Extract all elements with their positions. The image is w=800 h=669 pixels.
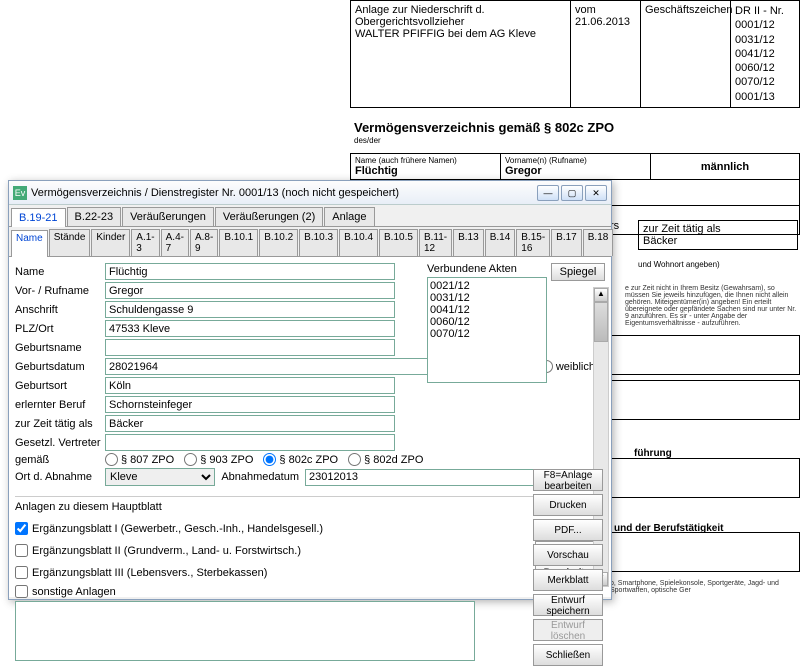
minimize-button[interactable]: — xyxy=(537,185,559,201)
geburtsort-input[interactable] xyxy=(105,377,395,394)
vorname-input[interactable] xyxy=(105,282,395,299)
scroll-thumb[interactable] xyxy=(594,302,608,342)
doc-vom-value: 21.06.2013 xyxy=(575,16,636,28)
tab-sub[interactable]: B.10.3 xyxy=(299,229,338,256)
tab-sub[interactable]: A.1-3 xyxy=(131,229,159,256)
attach-checkbox[interactable] xyxy=(15,544,28,557)
maximize-button[interactable]: ▢ xyxy=(561,185,583,201)
close-button[interactable]: ✕ xyxy=(585,185,607,201)
gemass-radio[interactable] xyxy=(184,453,197,466)
attach-checkbox[interactable] xyxy=(15,522,28,535)
akten-item[interactable]: 0041/12 xyxy=(430,304,544,316)
tab-top[interactable]: Veräußerungen xyxy=(122,207,214,226)
tab-sub[interactable]: B.10.1 xyxy=(219,229,258,256)
side-button[interactable]: Merkblatt xyxy=(533,569,603,591)
geburtsdatum-input[interactable] xyxy=(105,358,434,375)
doc-anlage1: Anlage zur Niederschrift d. Obergerichts… xyxy=(355,4,566,28)
dr-number: 0001/13 xyxy=(735,90,787,104)
dialog-window: Ev Vermögensverzeichnis / Dienstregister… xyxy=(8,180,612,600)
doc-subtitle: des/der xyxy=(354,136,800,145)
gemass-radio[interactable] xyxy=(263,453,276,466)
dr-number: 0060/12 xyxy=(735,61,787,75)
tab-top[interactable]: Anlage xyxy=(324,207,374,226)
tab-sub[interactable]: B.17 xyxy=(551,229,582,256)
gemass-radio[interactable] xyxy=(348,453,361,466)
tab-top[interactable]: B.19-21 xyxy=(11,208,66,227)
side-button[interactable]: Schließen xyxy=(533,644,603,666)
attachments-section: Anlagen zu diesem Hauptblatt Ergänzungsb… xyxy=(15,496,605,661)
app-icon: Ev xyxy=(13,186,27,200)
tab-sub[interactable]: Stände xyxy=(49,229,91,256)
gesetzl-input[interactable] xyxy=(105,434,395,451)
tab-row-sub: NameStändeKinderA.1-3A.4-7A.8-9B.10.1B.1… xyxy=(9,227,611,257)
dr-number: 0041/12 xyxy=(735,47,787,61)
attach-checkbox[interactable] xyxy=(15,566,28,579)
doc-anlage2: WALTER PFIFFIG bei dem AG Kleve xyxy=(355,28,566,40)
anschrift-input[interactable] xyxy=(105,301,395,318)
tab-row-top: B.19-21B.22-23VeräußerungenVeräußerungen… xyxy=(9,205,611,227)
tab-sub[interactable]: B.13 xyxy=(453,229,484,256)
tab-sub[interactable]: B.10.5 xyxy=(379,229,418,256)
zurzeit-input[interactable] xyxy=(105,415,395,432)
tab-sub[interactable]: Name xyxy=(11,230,48,257)
erlernter-input[interactable] xyxy=(105,396,395,413)
side-button[interactable]: PDF... xyxy=(533,519,603,541)
geburtsname-input[interactable] xyxy=(105,339,395,356)
gemass-radio[interactable] xyxy=(105,453,118,466)
akten-item[interactable]: 0031/12 xyxy=(430,292,544,304)
tab-sub[interactable]: B.15-16 xyxy=(516,229,550,256)
sonstige-checkbox[interactable] xyxy=(15,585,28,598)
akten-item[interactable]: 0060/12 xyxy=(430,316,544,328)
tab-sub[interactable]: B.18 xyxy=(583,229,614,256)
doc-dr-label: DR II - Nr. xyxy=(735,4,787,18)
dr-number: 0070/12 xyxy=(735,75,787,89)
side-button[interactable]: F8=Anlage bearbeiten xyxy=(533,469,603,491)
form-panel: Name Vor- / Rufname Anschrift PLZ/Ort Ge… xyxy=(9,257,611,597)
tab-sub[interactable]: B.14 xyxy=(485,229,516,256)
scroll-up-icon[interactable]: ▲ xyxy=(594,288,608,302)
tab-sub[interactable]: B.10.2 xyxy=(259,229,298,256)
side-button[interactable]: Entwurf löschen xyxy=(533,619,603,641)
sonstige-memo[interactable] xyxy=(15,601,475,661)
ort-abnahme-select[interactable]: Kleve xyxy=(105,468,215,486)
name-input[interactable] xyxy=(105,263,395,280)
spiegel-button[interactable]: Spiegel xyxy=(551,263,605,281)
tab-sub[interactable]: B.10.4 xyxy=(339,229,378,256)
tab-sub[interactable]: A.4-7 xyxy=(161,229,189,256)
plzort-input[interactable] xyxy=(105,320,395,337)
side-button-column: F8=Anlage bearbeiten Drucken PDF... Vorscha… xyxy=(533,469,603,669)
side-button[interactable]: Drucken xyxy=(533,494,603,516)
tab-sub[interactable]: B.11-12 xyxy=(419,229,452,256)
tab-top[interactable]: Veräußerungen (2) xyxy=(215,207,323,226)
doc-gz-label: Geschäftszeichen xyxy=(641,1,731,107)
doc-vom-label: vom xyxy=(575,4,636,16)
tab-top[interactable]: B.22-23 xyxy=(67,207,122,226)
dr-number: 0001/12 xyxy=(735,18,787,32)
doc-header: Anlage zur Niederschrift d. Obergerichts… xyxy=(350,0,800,108)
akten-list[interactable]: 0021/120031/120041/120060/120070/12 xyxy=(427,277,547,383)
tab-sub[interactable]: A.8-9 xyxy=(190,229,218,256)
dr-number: 0031/12 xyxy=(735,33,787,47)
side-button[interactable]: Entwurf speichern xyxy=(533,594,603,616)
side-button[interactable]: Vorschau xyxy=(533,544,603,566)
titlebar[interactable]: Ev Vermögensverzeichnis / Dienstregister… xyxy=(9,181,611,205)
tab-sub[interactable]: Kinder xyxy=(91,229,130,256)
doc-title: Vermögensverzeichnis gemäß § 802c ZPO xyxy=(354,120,800,135)
akten-item[interactable]: 0021/12 xyxy=(430,280,544,292)
window-title: Vermögensverzeichnis / Dienstregister Nr… xyxy=(31,187,535,199)
verbundene-akten-box: Verbundene Akten 0021/120031/120041/1200… xyxy=(427,263,547,383)
akten-item[interactable]: 0070/12 xyxy=(430,328,544,340)
